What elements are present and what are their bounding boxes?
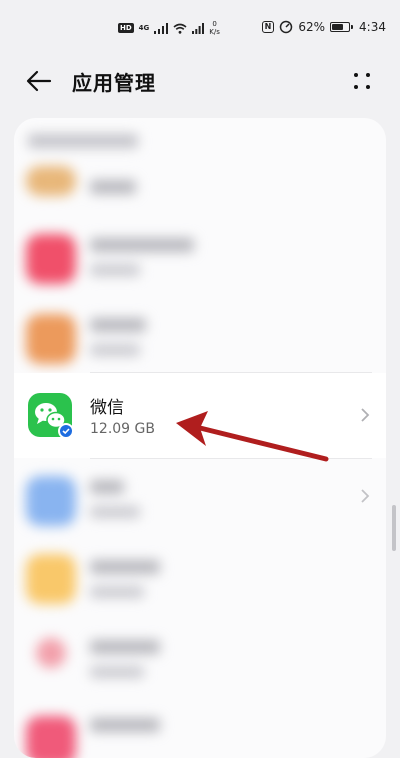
app-icon-blurred (26, 716, 76, 758)
verified-badge-icon (58, 423, 74, 439)
blurred-text (90, 238, 194, 252)
more-dot (366, 73, 370, 77)
speedometer-icon (280, 20, 293, 34)
blurred-text (90, 480, 124, 494)
clock: 4:34 (359, 20, 386, 34)
status-bar: HD 4G 0 K/s N 62% 4:34 (0, 0, 400, 60)
blurred-text (90, 666, 144, 678)
network-speed: 0 K/s (209, 20, 220, 36)
list-item-blurred[interactable] (14, 158, 386, 218)
wifi-icon (173, 23, 187, 34)
app-icon-blurred (26, 234, 76, 284)
blurred-text (90, 586, 144, 598)
scrollbar[interactable] (392, 505, 396, 551)
more-dots-icon (354, 73, 358, 77)
network-speed-unit: K/s (209, 28, 220, 36)
blurred-text (90, 640, 160, 654)
blurred-text (90, 264, 140, 276)
network-speed-value: 0 (212, 20, 217, 28)
blurred-section-label (28, 134, 138, 148)
app-icon-blurred (26, 554, 76, 604)
app-icon-blurred (36, 638, 66, 668)
app-icon-blurred (26, 476, 76, 526)
cell-signal-icon (154, 22, 169, 34)
more-dot (354, 85, 358, 89)
blurred-text (90, 344, 140, 356)
chevron-right-icon (361, 489, 370, 503)
blurred-text (90, 718, 160, 732)
blurred-text (90, 318, 146, 332)
battery-icon (330, 22, 354, 32)
cell-signal-icon-2 (192, 22, 205, 34)
status-right-group: N 62% 4:34 (261, 20, 386, 34)
app-icon-blurred (26, 314, 76, 364)
app-size: 12.09 GB (90, 421, 155, 437)
more-dot (366, 85, 370, 89)
more-options-button[interactable] (350, 69, 374, 93)
status-left-group: HD 4G 0 K/s (118, 20, 220, 36)
blurred-text (90, 506, 140, 518)
battery-fill (332, 24, 344, 30)
app-list-card: 微信 12.09 GB (14, 118, 386, 758)
signal-generation: 4G (138, 24, 150, 32)
app-header: 应用管理 (0, 55, 400, 105)
app-icon-blurred (26, 166, 76, 196)
arrow-left-icon (26, 70, 52, 92)
battery-percent: 62% (298, 20, 326, 34)
page-title: 应用管理 (72, 71, 156, 95)
back-button[interactable] (24, 67, 54, 95)
app-name: 微信 (90, 398, 124, 418)
hd-badge: HD (118, 23, 134, 33)
nfc-icon: N (261, 21, 275, 33)
list-item-wechat[interactable]: 微信 12.09 GB (14, 373, 386, 458)
blurred-text (90, 180, 136, 194)
blurred-text (90, 560, 160, 574)
chevron-right-icon (361, 408, 370, 422)
list-item-blurred[interactable] (14, 698, 386, 758)
